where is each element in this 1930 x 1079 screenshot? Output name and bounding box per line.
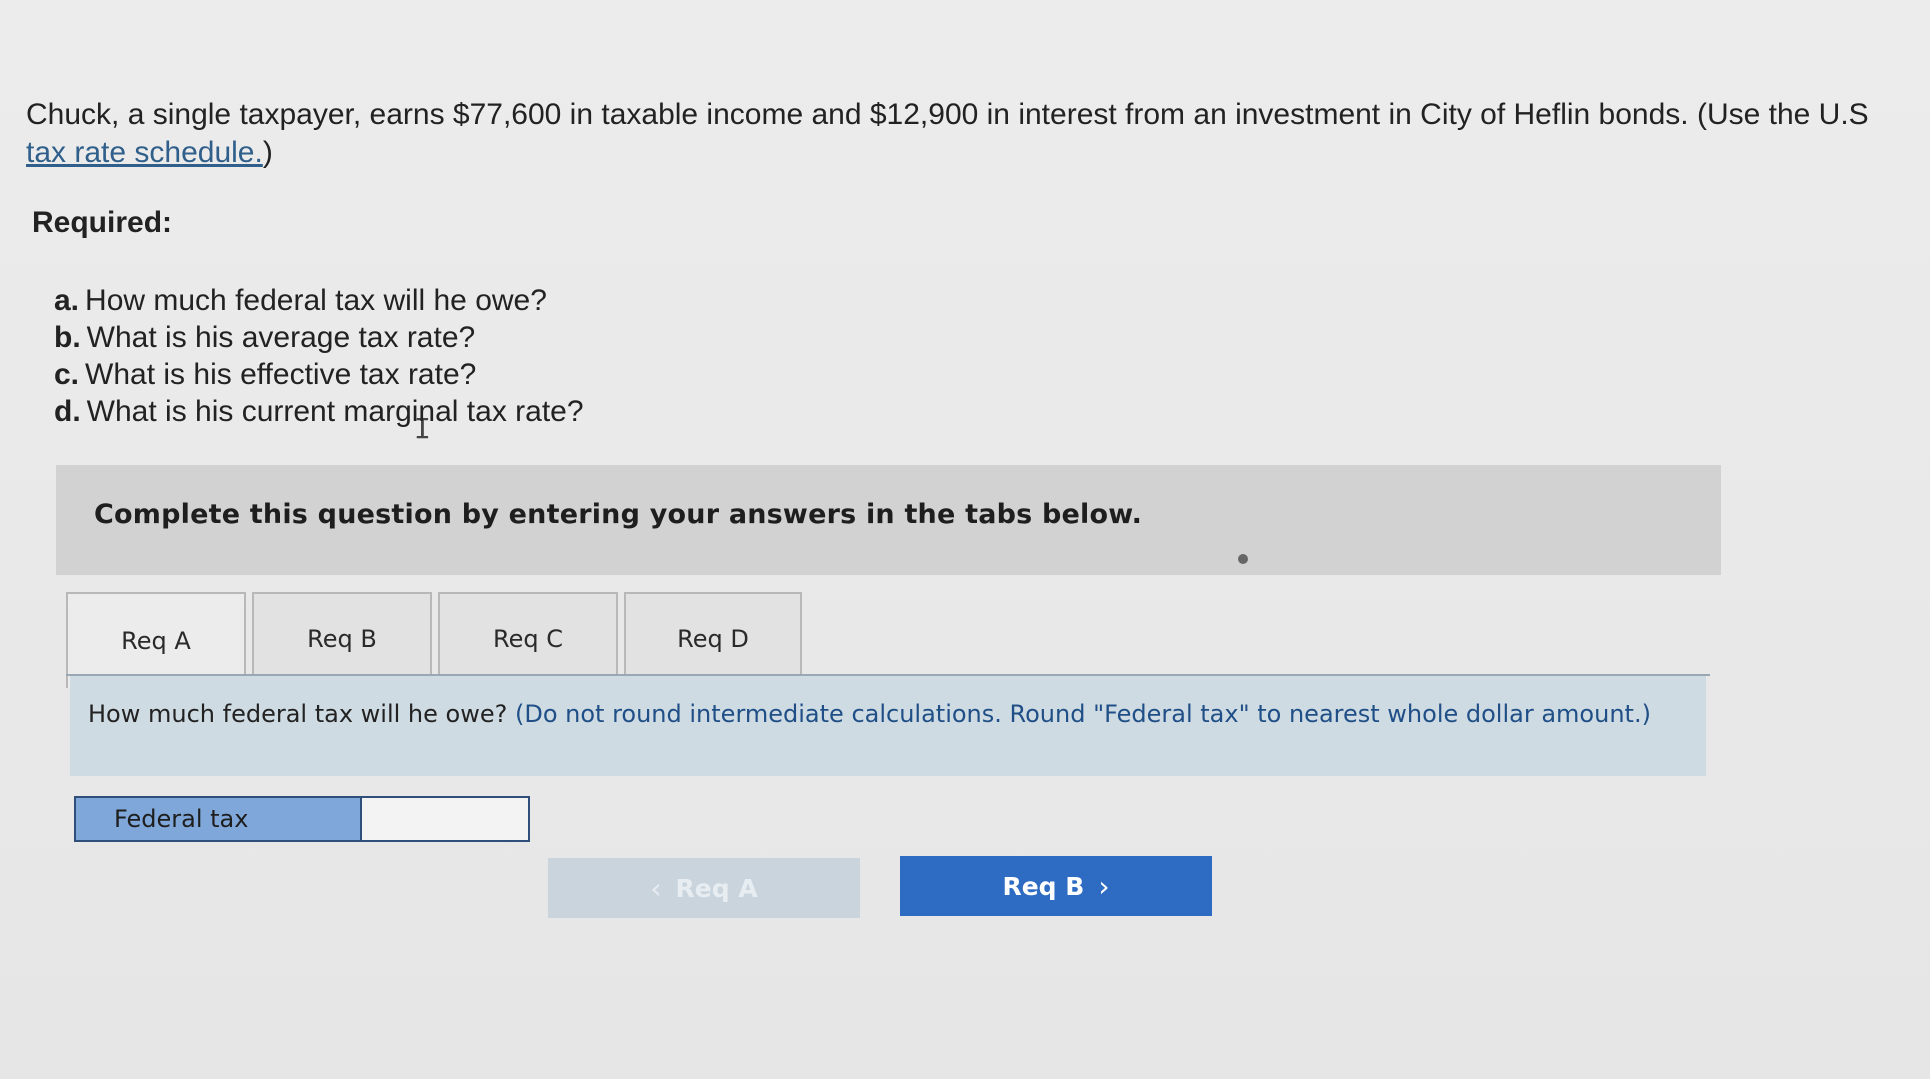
requirement-b: b. What is his average tax rate? bbox=[54, 319, 584, 356]
required-heading: Required: bbox=[32, 206, 173, 239]
requirement-text: How much federal tax will he owe? bbox=[85, 284, 547, 317]
requirement-text: What is his average tax rate? bbox=[86, 321, 476, 354]
next-req-b-button[interactable]: Req B › bbox=[900, 856, 1212, 916]
instruction-text: Complete this question by entering your … bbox=[94, 499, 1143, 530]
requirement-text: What is his effective tax rate? bbox=[85, 358, 477, 391]
prev-req-a-button[interactable]: ‹ Req A bbox=[548, 858, 860, 918]
panel-question: How much federal tax will he owe? bbox=[88, 700, 508, 728]
instruction-banner: Complete this question by entering your … bbox=[56, 465, 1721, 575]
tab-req-b[interactable]: Req B bbox=[252, 592, 432, 684]
question-closing-paren: ) bbox=[262, 136, 273, 169]
requirement-d: d. What is his current marginal tax rate? bbox=[54, 393, 584, 430]
requirement-letter: a. bbox=[54, 284, 80, 317]
requirement-text: What is his current marginal tax rate? bbox=[86, 395, 584, 428]
requirements-list: a. How much federal tax will he owe? b. Wh… bbox=[54, 282, 584, 430]
chevron-right-icon: › bbox=[1098, 869, 1110, 903]
requirement-letter: c. bbox=[54, 358, 80, 391]
requirement-c: c. What is his effective tax rate? bbox=[54, 356, 584, 393]
question-main-text: Chuck, a single taxpayer, earns $77,600 … bbox=[26, 98, 1869, 131]
tab-req-c[interactable]: Req C bbox=[438, 592, 618, 684]
page: Chuck, a single taxpayer, earns $77,600 … bbox=[0, 0, 1930, 1079]
prev-button-label: Req A bbox=[675, 873, 758, 903]
tax-rate-schedule-link[interactable]: tax rate schedule. bbox=[26, 136, 263, 169]
panel-note: (Do not round intermediate calculations.… bbox=[514, 700, 1651, 728]
federal-tax-input[interactable] bbox=[362, 798, 528, 840]
answer-row: Federal tax bbox=[74, 796, 530, 842]
decorative-dot bbox=[1238, 554, 1248, 564]
requirement-letter: b. bbox=[54, 321, 81, 354]
chevron-left-icon: ‹ bbox=[650, 871, 662, 905]
next-button-label: Req B bbox=[1002, 871, 1085, 901]
requirement-letter: d. bbox=[54, 395, 81, 428]
federal-tax-label: Federal tax bbox=[76, 798, 362, 840]
question-text: Chuck, a single taxpayer, earns $77,600 … bbox=[26, 96, 1906, 172]
question-panel: How much federal tax will he owe? (Do no… bbox=[70, 676, 1706, 776]
tab-req-d[interactable]: Req D bbox=[624, 592, 802, 684]
requirement-a: a. How much federal tax will he owe? bbox=[54, 282, 584, 319]
